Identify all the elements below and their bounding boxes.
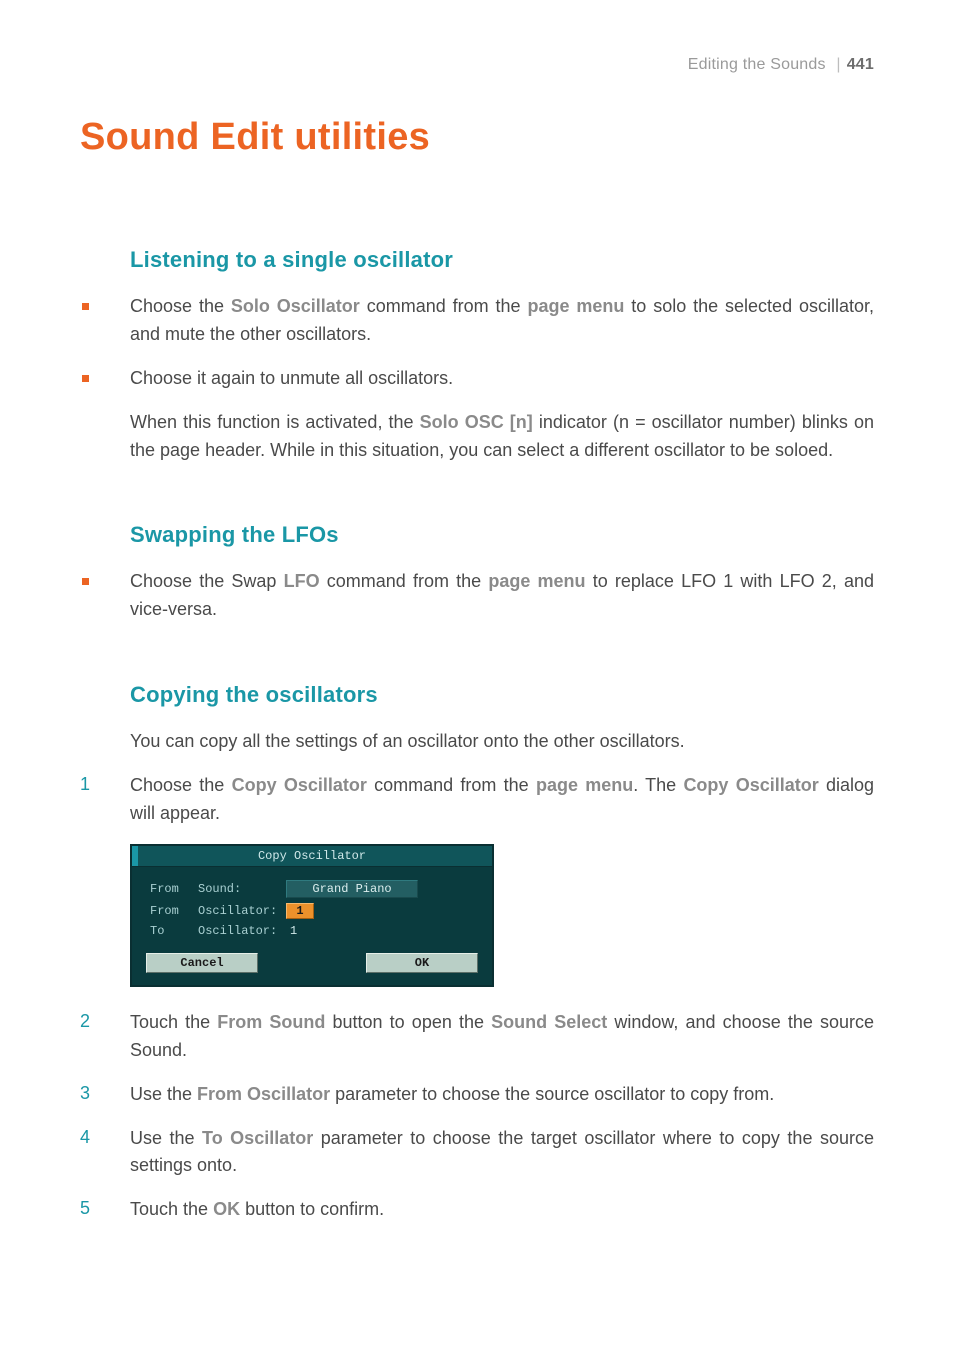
- text-frag: Choose the: [130, 775, 232, 795]
- text-frag: Touch the: [130, 1199, 213, 1219]
- dialog-row-from-osc: From Oscillator: 1: [150, 903, 478, 919]
- dialog-row-to-osc: To Oscillator: 1: [150, 924, 478, 938]
- label-oscillator: Oscillator:: [198, 904, 286, 918]
- bullet-gutter: [80, 365, 130, 387]
- dialog-row-from-sound: From Sound: Grand Piano: [150, 880, 478, 898]
- heading-copy: Copying the oscillators: [130, 682, 874, 708]
- text-frag: command from the: [320, 571, 489, 591]
- label-from: From: [150, 882, 198, 896]
- text-frag: button to open the: [325, 1012, 491, 1032]
- text-frag: Use the: [130, 1128, 202, 1148]
- emphasis: LFO: [284, 571, 320, 591]
- heading-solo: Listening to a single oscillator: [130, 247, 874, 273]
- text-frag: command from the: [360, 296, 528, 316]
- text-frag: Choose the Swap: [130, 571, 284, 591]
- step-item: 5 Touch the OK button to confirm.: [80, 1196, 874, 1224]
- step-item: 1 Choose the Copy Oscillator command fro…: [80, 772, 874, 828]
- section-copy: Copying the oscillators You can copy all…: [80, 682, 874, 1224]
- step-number: 2: [80, 1009, 130, 1032]
- running-header: Editing the Sounds | 441: [80, 56, 874, 74]
- text-frag: . The: [633, 775, 683, 795]
- emphasis: Copy Oscillator: [683, 775, 818, 795]
- emphasis: From Oscillator: [197, 1084, 330, 1104]
- bullet-text: Choose it again to unmute all oscillator…: [130, 365, 874, 393]
- page-number: 441: [847, 56, 874, 73]
- step-number: 1: [80, 772, 130, 795]
- square-bullet-icon: [82, 578, 89, 585]
- intro-text: You can copy all the settings of an osci…: [130, 728, 874, 756]
- text-frag: Use the: [130, 1084, 197, 1104]
- emphasis: Sound Select: [491, 1012, 607, 1032]
- text-frag: button to confirm.: [240, 1199, 384, 1219]
- text-frag: When this function is activated, the: [130, 412, 420, 432]
- empty-gutter: [80, 409, 130, 411]
- chapter-name: Editing the Sounds: [688, 56, 826, 73]
- page-title: Sound Edit utilities: [80, 116, 874, 159]
- step-item: 4 Use the To Oscillator parameter to cho…: [80, 1125, 874, 1181]
- ok-button[interactable]: OK: [366, 953, 478, 973]
- emphasis: Solo Oscillator: [231, 296, 360, 316]
- heading-swap: Swapping the LFOs: [130, 522, 874, 548]
- from-oscillator-value[interactable]: 1: [286, 903, 314, 919]
- emphasis: page menu: [488, 571, 585, 591]
- step-number: 3: [80, 1081, 130, 1104]
- emphasis: page menu: [527, 296, 624, 316]
- square-bullet-icon: [82, 303, 89, 310]
- bullet-text: Choose the Solo Oscillator command from …: [130, 293, 874, 349]
- step-item: 3 Use the From Oscillator parameter to c…: [80, 1081, 874, 1109]
- from-sound-button[interactable]: Grand Piano: [286, 880, 418, 898]
- header-separator: |: [836, 56, 840, 73]
- label-to: To: [150, 924, 198, 938]
- emphasis: Solo OSC [n]: [420, 412, 533, 432]
- step-number: 5: [80, 1196, 130, 1219]
- section-solo: Listening to a single oscillator Choose …: [80, 247, 874, 464]
- emphasis: OK: [213, 1199, 240, 1219]
- bullet-item: Choose the Solo Oscillator command from …: [80, 293, 874, 349]
- step-text: Use the To Oscillator parameter to choos…: [130, 1125, 874, 1181]
- text-frag: command from the: [367, 775, 536, 795]
- step-text: Touch the From Sound button to open the …: [130, 1009, 874, 1065]
- step-text: Choose the Copy Oscillator command from …: [130, 772, 874, 828]
- paragraph-item: When this function is activated, the Sol…: [80, 409, 874, 465]
- page: Editing the Sounds | 441 Sound Edit utili…: [0, 0, 954, 1362]
- dialog-title: Copy Oscillator: [132, 846, 492, 867]
- dialog-screenshot: Copy Oscillator From Sound: Grand Piano …: [130, 844, 874, 987]
- text-frag: Choose the: [130, 296, 231, 316]
- bullet-item: Choose it again to unmute all oscillator…: [80, 365, 874, 393]
- emphasis: From Sound: [217, 1012, 325, 1032]
- emphasis: page menu: [536, 775, 633, 795]
- label-sound: Sound:: [198, 882, 286, 896]
- text-frag: Touch the: [130, 1012, 217, 1032]
- square-bullet-icon: [82, 375, 89, 382]
- cancel-button[interactable]: Cancel: [146, 953, 258, 973]
- copy-oscillator-dialog: Copy Oscillator From Sound: Grand Piano …: [130, 844, 494, 987]
- step-number: 4: [80, 1125, 130, 1148]
- text-frag: parameter to choose the source oscillato…: [330, 1084, 774, 1104]
- label-from: From: [150, 904, 198, 918]
- bullet-gutter: [80, 568, 130, 590]
- bullet-item: Choose the Swap LFO command from the pag…: [80, 568, 874, 624]
- dialog-button-bar: Cancel OK: [132, 949, 492, 985]
- step-text: Touch the OK button to confirm.: [130, 1196, 874, 1224]
- paragraph-text: When this function is activated, the Sol…: [130, 409, 874, 465]
- section-swap: Swapping the LFOs Choose the Swap LFO co…: [80, 522, 874, 624]
- label-oscillator: Oscillator:: [198, 924, 286, 938]
- step-item: 2 Touch the From Sound button to open th…: [80, 1009, 874, 1065]
- step-text: Use the From Oscillator parameter to cho…: [130, 1081, 874, 1109]
- bullet-gutter: [80, 293, 130, 315]
- emphasis: Copy Oscillator: [232, 775, 367, 795]
- emphasis: To Oscillator: [202, 1128, 313, 1148]
- dialog-body: From Sound: Grand Piano From Oscillator:…: [132, 867, 492, 949]
- to-oscillator-value[interactable]: 1: [286, 924, 297, 938]
- bullet-text: Choose the Swap LFO command from the pag…: [130, 568, 874, 624]
